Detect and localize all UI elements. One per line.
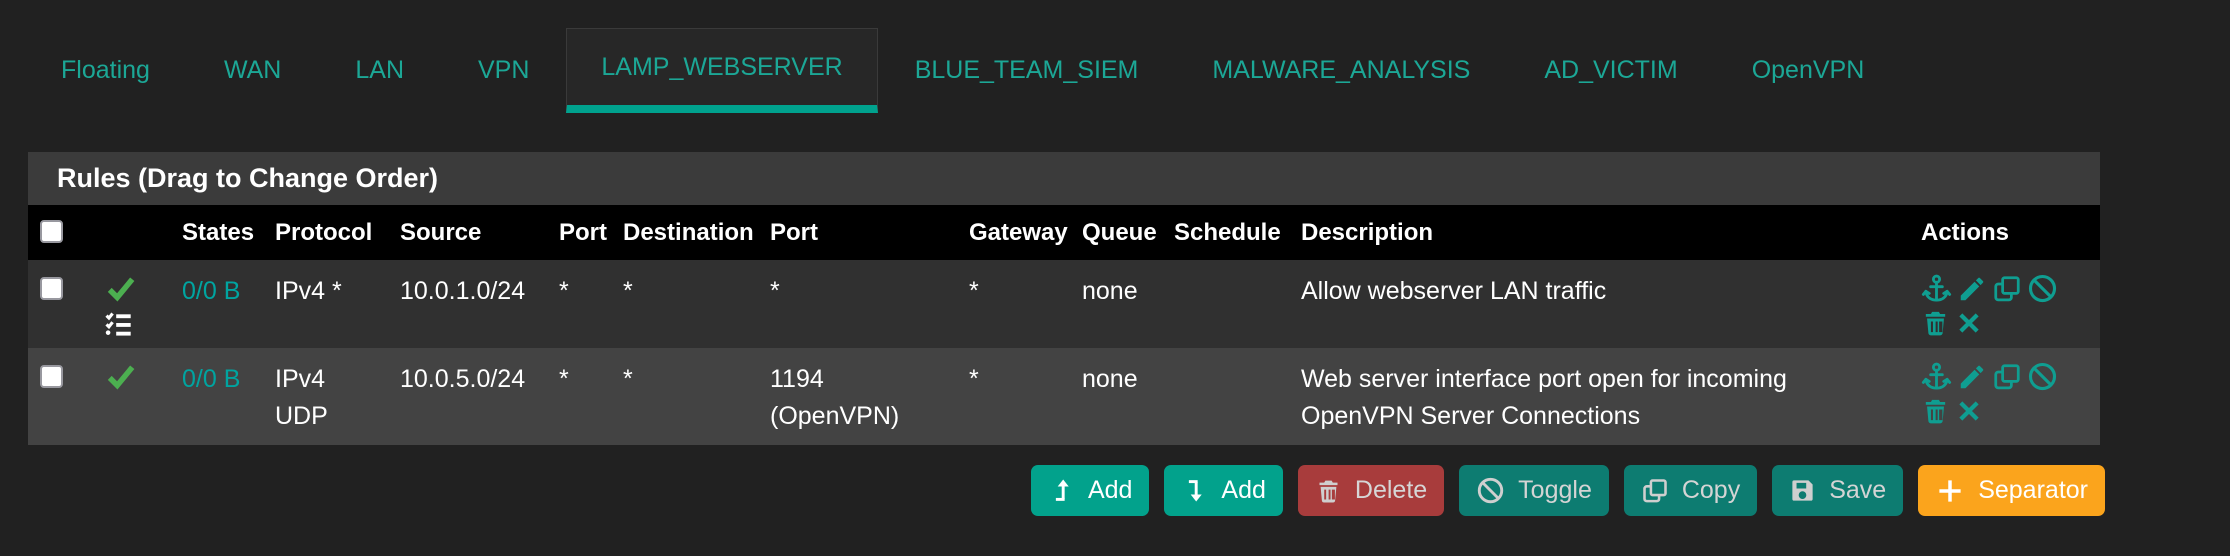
anchor-icon[interactable]	[1921, 273, 1952, 304]
trash-icon[interactable]	[1921, 308, 1950, 338]
rule-protocol: IPv4 *	[275, 277, 342, 305]
tab-vpn[interactable]: VPN	[441, 28, 566, 113]
save-icon	[1789, 477, 1816, 504]
rule-destination: *	[623, 365, 633, 393]
rule-source: 10.0.5.0/24	[400, 365, 526, 393]
ban-icon	[1476, 476, 1505, 505]
copy-icon[interactable]	[1992, 362, 2022, 392]
ban-icon[interactable]	[2027, 273, 2058, 304]
rules-toolbar: Add Add Delete Toggle Copy Save Separato…	[28, 465, 2105, 516]
table-row[interactable]: 0/0 B IPv4 UDP 10.0.5.0/24 * * 1194 (Ope…	[28, 348, 2100, 445]
gateway-column-header: Gateway	[961, 205, 1074, 260]
rule-schedule	[1166, 348, 1293, 445]
ban-icon[interactable]	[2027, 361, 2058, 392]
rules-table: States Protocol Source Port Destination …	[28, 205, 2100, 445]
tab-floating[interactable]: Floating	[24, 28, 187, 113]
tab-lan[interactable]: LAN	[318, 28, 441, 113]
tab-ad-victim[interactable]: AD_VICTIM	[1507, 28, 1714, 113]
tab-wan[interactable]: WAN	[187, 28, 318, 113]
description-column-header: Description	[1293, 205, 1913, 260]
actions-column-header: Actions	[1913, 205, 2100, 260]
rule-destination-port: 1194 (OpenVPN)	[770, 365, 900, 430]
tab-blue-team-siem[interactable]: BLUE_TEAM_SIEM	[878, 28, 1176, 113]
rule-states-value[interactable]: 0/0 B	[174, 260, 267, 348]
status-column-header	[95, 205, 174, 260]
copy-button[interactable]: Copy	[1623, 465, 1758, 516]
close-icon[interactable]	[1955, 397, 1983, 425]
rule-source: 10.0.1.0/24	[400, 277, 526, 305]
add-rule-bottom-button[interactable]: Add	[1164, 465, 1283, 516]
rule-enabled-check-icon	[103, 361, 139, 391]
rule-queue: none	[1082, 365, 1138, 393]
rule-schedule	[1166, 260, 1293, 348]
source-column-header: Source	[392, 205, 551, 260]
select-all-checkbox[interactable]	[40, 219, 63, 243]
trash-icon[interactable]	[1921, 396, 1950, 426]
pencil-icon[interactable]	[1957, 274, 1987, 304]
rule-source-port: *	[559, 277, 569, 305]
rule-destination: *	[623, 277, 633, 305]
source-port-column-header: Port	[551, 205, 615, 260]
rule-actions	[1913, 348, 2100, 445]
trash-icon	[1315, 477, 1342, 505]
anchor-icon[interactable]	[1921, 361, 1952, 392]
rule-protocol: IPv4 UDP	[275, 365, 328, 430]
tab-malware-analysis[interactable]: MALWARE_ANALYSIS	[1175, 28, 1507, 113]
rule-description: Web server interface port open for incom…	[1301, 365, 1787, 430]
table-header-row: States Protocol Source Port Destination …	[28, 205, 2100, 260]
level-up-icon	[1048, 477, 1075, 504]
close-icon[interactable]	[1955, 309, 1983, 337]
copy-icon	[1641, 477, 1669, 505]
schedule-column-header: Schedule	[1166, 205, 1293, 260]
tab-lamp-webserver[interactable]: LAMP_WEBSERVER	[566, 28, 878, 113]
states-details-checklist-icon[interactable]	[103, 309, 133, 338]
rule-enabled-check-icon	[103, 273, 139, 303]
row-checkbox[interactable]	[40, 277, 63, 300]
tab-openvpn[interactable]: OpenVPN	[1715, 28, 1902, 113]
panel-title: Rules (Drag to Change Order)	[28, 152, 2100, 205]
level-down-icon	[1181, 477, 1208, 504]
pencil-icon[interactable]	[1957, 362, 1987, 392]
rule-description: Allow webserver LAN traffic	[1301, 277, 1607, 305]
copy-icon[interactable]	[1992, 274, 2022, 304]
rule-states-value[interactable]: 0/0 B	[174, 348, 267, 445]
separator-button[interactable]: Separator	[1918, 465, 2105, 516]
rule-actions	[1913, 260, 2100, 348]
row-checkbox[interactable]	[40, 365, 63, 388]
queue-column-header: Queue	[1074, 205, 1166, 260]
rule-queue: none	[1082, 277, 1138, 305]
protocol-column-header: Protocol	[267, 205, 392, 260]
add-rule-top-button[interactable]: Add	[1030, 465, 1150, 516]
destination-column-header: Destination	[615, 205, 762, 260]
delete-button[interactable]: Delete	[1297, 465, 1445, 516]
table-row[interactable]: 0/0 B IPv4 * 10.0.1.0/24 * * * * none Al…	[28, 260, 2100, 348]
save-button[interactable]: Save	[1772, 465, 1904, 516]
rules-panel: Rules (Drag to Change Order) States Prot…	[28, 152, 2100, 445]
plus-icon	[1935, 476, 1965, 506]
rule-gateway: *	[969, 277, 979, 305]
destination-port-column-header: Port	[762, 205, 961, 260]
rule-destination-port: *	[770, 277, 780, 305]
interface-tabs: Floating WAN LAN VPN LAMP_WEBSERVER BLUE…	[0, 0, 2230, 113]
rule-source-port: *	[559, 365, 569, 393]
states-column-header: States	[174, 205, 267, 260]
rule-gateway: *	[969, 365, 979, 393]
toggle-button[interactable]: Toggle	[1459, 465, 1609, 516]
